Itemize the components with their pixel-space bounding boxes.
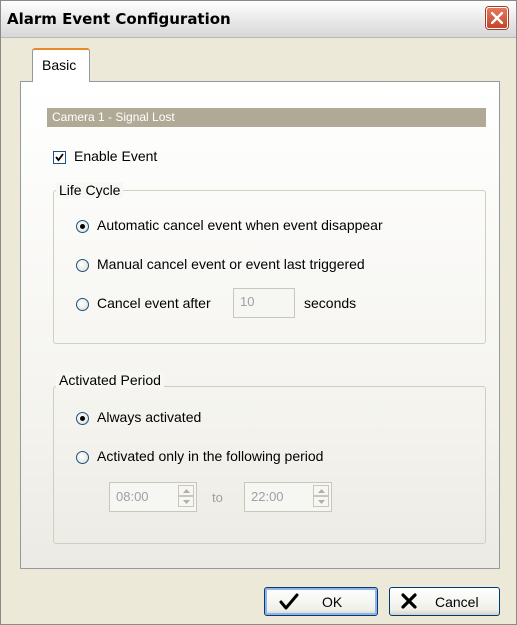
start-time-value: 08:00: [116, 489, 149, 504]
arrow-down-icon: [318, 500, 325, 504]
tab-basic-label: Basic: [42, 57, 77, 73]
close-x-icon: [491, 12, 503, 24]
start-time-spinner[interactable]: 08:00: [109, 482, 197, 512]
cancel-after-label: Cancel event after: [97, 295, 211, 311]
end-time-spinner[interactable]: 22:00: [244, 482, 332, 512]
cancel-button[interactable]: Cancel: [389, 587, 500, 616]
radio-automatic-cancel[interactable]: [76, 220, 89, 233]
seconds-unit-label: seconds: [304, 295, 357, 311]
to-label: to: [212, 490, 223, 505]
radio-activated-period[interactable]: [76, 451, 89, 464]
ok-label: OK: [322, 594, 343, 610]
seconds-input[interactable]: 10: [233, 288, 295, 318]
checkmark-icon: [279, 593, 299, 610]
radio-selected-dot: [80, 224, 85, 229]
automatic-cancel-label: Automatic cancel event when event disapp…: [97, 217, 383, 233]
radio-always-activated[interactable]: [76, 412, 89, 425]
check-icon: [55, 153, 64, 162]
radio-selected-dot: [80, 416, 85, 421]
end-time-up-button[interactable]: [313, 485, 329, 496]
start-time-up-button[interactable]: [178, 485, 194, 496]
tab-basic[interactable]: Basic: [32, 48, 90, 82]
arrow-up-icon: [318, 489, 325, 493]
activated-period-label: Activated only in the following period: [97, 448, 324, 464]
camera-header: Camera 1 - Signal Lost: [47, 108, 486, 127]
camera-header-label: Camera 1 - Signal Lost: [52, 110, 175, 124]
cancel-label: Cancel: [435, 594, 479, 610]
end-time-value: 22:00: [251, 489, 284, 504]
x-mark-icon: [401, 593, 417, 609]
title-bar: Alarm Event Configuration: [1, 1, 516, 38]
always-activated-label: Always activated: [97, 409, 202, 425]
close-button[interactable]: [486, 7, 508, 29]
manual-cancel-label: Manual cancel event or event last trigge…: [97, 256, 365, 272]
arrow-down-icon: [183, 500, 190, 504]
start-time-down-button[interactable]: [178, 496, 194, 507]
enable-event-label: Enable Event: [74, 148, 158, 164]
radio-manual-cancel[interactable]: [76, 259, 89, 272]
arrow-up-icon: [183, 489, 190, 493]
activated-period-title: Activated Period: [56, 372, 164, 388]
dialog-title: Alarm Event Configuration: [7, 10, 231, 28]
enable-event-checkbox[interactable]: [53, 151, 66, 164]
ok-button[interactable]: OK: [264, 587, 378, 616]
end-time-down-button[interactable]: [313, 496, 329, 507]
life-cycle-title: Life Cycle: [56, 182, 124, 198]
radio-cancel-after[interactable]: [76, 298, 89, 311]
dialog-window: Alarm Event Configuration Basic Camera 1…: [0, 0, 517, 625]
